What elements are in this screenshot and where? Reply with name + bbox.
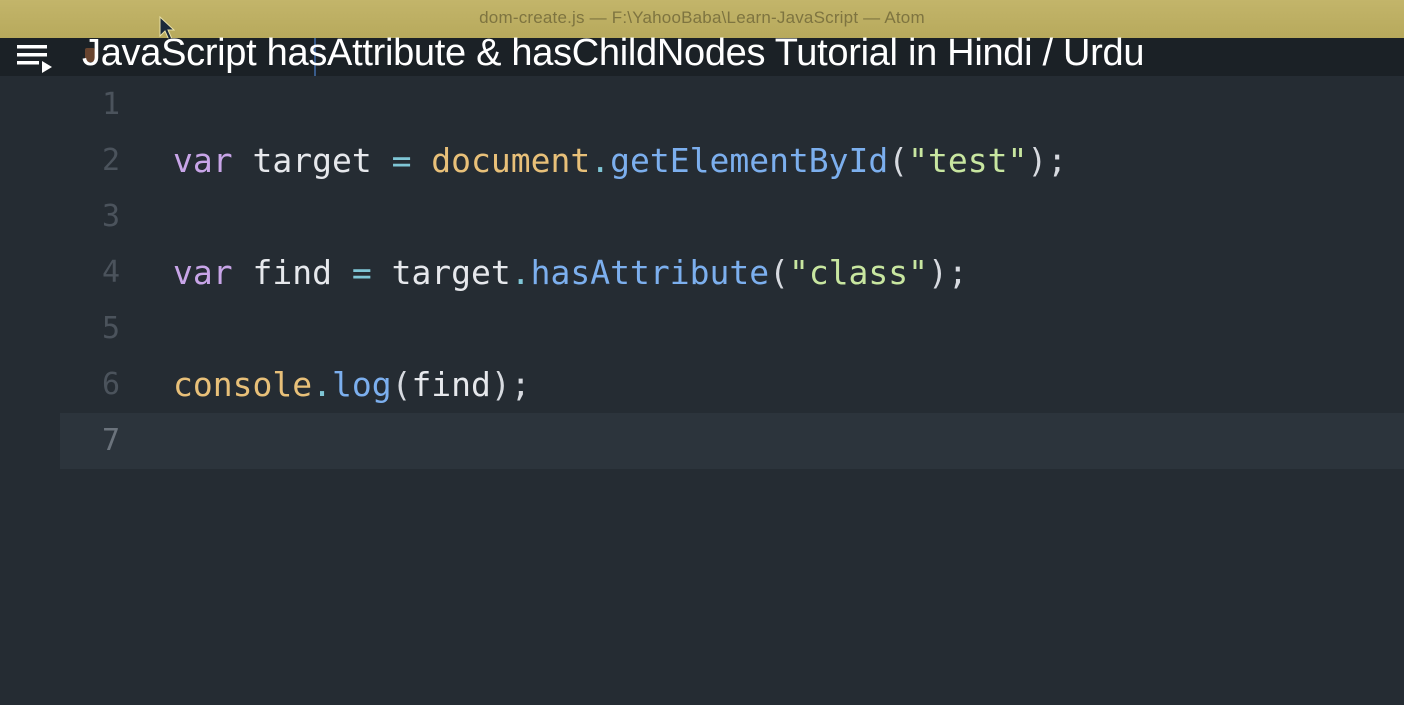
code-token: hasAttribute bbox=[530, 253, 770, 292]
line-number: 4 bbox=[101, 255, 120, 290]
code-line[interactable]: 4 var find = target.hasAttribute("class")… bbox=[0, 245, 1404, 301]
code-token: log bbox=[331, 365, 392, 404]
code-token: getElementById bbox=[610, 141, 889, 180]
code-line[interactable]: 1 bbox=[0, 77, 1404, 133]
code-text: console.log(find); bbox=[173, 357, 531, 413]
code-text: var target = document.getElementById("te… bbox=[173, 133, 1067, 189]
line-number: 3 bbox=[101, 199, 120, 234]
code-token: . bbox=[510, 253, 531, 292]
code-line[interactable]: 3 bbox=[0, 189, 1404, 245]
code-token: find bbox=[411, 365, 491, 404]
video-title-overlay: JavaScript hasAttribute & hasChildNodes … bbox=[0, 32, 1404, 76]
code-token: var bbox=[173, 141, 233, 180]
line-number: 6 bbox=[101, 367, 120, 402]
code-token: target bbox=[232, 141, 392, 180]
code-line[interactable]: 2 var target = document.getElementById("t… bbox=[0, 133, 1404, 189]
code-token: var bbox=[173, 253, 233, 292]
code-token: ( bbox=[391, 365, 412, 404]
code-token: console bbox=[173, 365, 313, 404]
code-token: ( bbox=[888, 141, 909, 180]
code-token: . bbox=[312, 365, 332, 404]
code-token: ); bbox=[490, 365, 531, 404]
code-line[interactable]: 6 console.log(find); bbox=[0, 357, 1404, 413]
code-editor[interactable]: 1 2 var target = document.getElementById("… bbox=[0, 76, 1404, 705]
code-token: = bbox=[391, 141, 412, 180]
screen: dom-create.js — F:\YahooBaba\Learn-JavaS… bbox=[0, 0, 1404, 705]
code-token: ); bbox=[1027, 141, 1068, 180]
code-token: . bbox=[590, 141, 611, 180]
video-title[interactable]: JavaScript hasAttribute & hasChildNodes … bbox=[82, 32, 1145, 75]
code-line[interactable]: 7 bbox=[60, 413, 1404, 469]
line-number: 2 bbox=[101, 143, 120, 178]
code-token: = bbox=[351, 253, 372, 292]
code-token: document bbox=[411, 141, 591, 180]
playlist-play-icon[interactable] bbox=[15, 40, 57, 80]
code-token: ( bbox=[769, 253, 789, 292]
code-line[interactable]: 5 bbox=[0, 301, 1404, 357]
line-number: 7 bbox=[101, 423, 120, 458]
code-token: "class" bbox=[788, 253, 929, 292]
line-number: 5 bbox=[101, 311, 120, 346]
code-token: find bbox=[232, 253, 352, 292]
window-title: dom-create.js — F:\YahooBaba\Learn-JavaS… bbox=[479, 8, 925, 27]
code-text: var find = target.hasAttribute("class"); bbox=[173, 245, 968, 301]
code-token: ); bbox=[928, 253, 968, 292]
code-token: "test" bbox=[908, 141, 1028, 180]
line-number: 1 bbox=[101, 87, 120, 122]
code-token: target bbox=[371, 253, 511, 292]
